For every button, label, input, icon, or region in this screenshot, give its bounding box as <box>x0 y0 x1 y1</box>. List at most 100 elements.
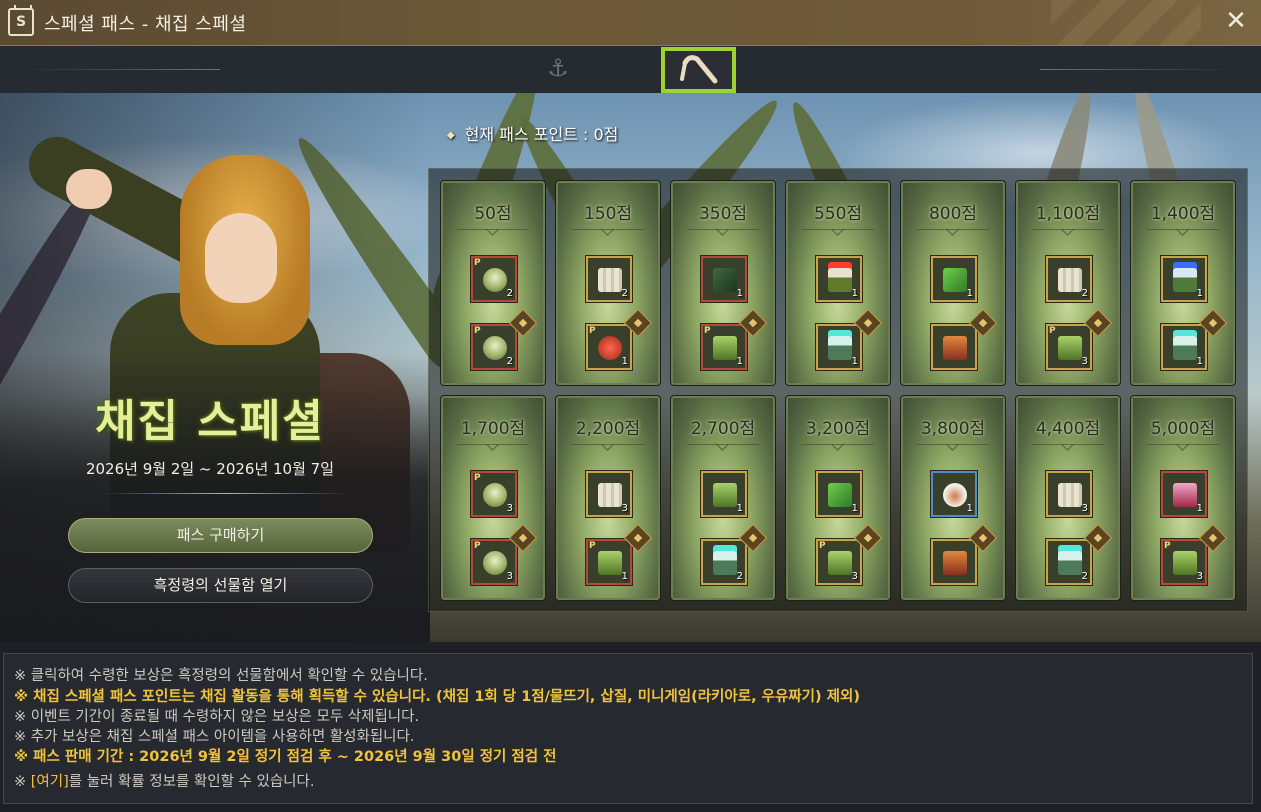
premium-mark-icon: P <box>589 326 596 336</box>
reward-item-premium[interactable]: 1 <box>1161 324 1207 370</box>
reward-item-premium[interactable]: 2 <box>1046 539 1092 585</box>
reward-points: 5,000점 <box>1150 419 1216 439</box>
reward-card[interactable]: 1,100점 2 P 3 <box>1015 180 1121 386</box>
reward-item-basic[interactable]: 1 <box>701 471 747 517</box>
note-line: ※ 이벤트 기간이 종료될 때 수령하지 않은 보상은 모두 삭제됩니다. <box>14 709 420 725</box>
reward-item-basic[interactable]: P3 <box>471 471 517 517</box>
reward-item-basic[interactable]: 1 <box>931 471 977 517</box>
chest-o-icon <box>943 551 967 575</box>
title-bar-pattern <box>1051 0 1201 46</box>
reward-card[interactable]: 3,200점 1 P 3 <box>785 395 891 601</box>
reward-item-premium[interactable]: P2 <box>471 324 517 370</box>
reward-item-premium[interactable]: 2 <box>701 539 747 585</box>
reward-item-premium[interactable]: P3 <box>1046 324 1092 370</box>
bowl-icon <box>483 336 507 360</box>
note-line: ※ 채집 스페셜 패스 포인트는 채집 활동을 통해 획득할 수 있습니다. (… <box>14 689 860 705</box>
reward-card[interactable]: 5,000점 1 P 3 <box>1130 395 1236 601</box>
reward-card[interactable]: 150점 2 P 1 <box>555 180 661 386</box>
note-line: ※ 패스 판매 기간 : 2026년 9월 2일 정기 점검 후 ~ 2026년… <box>14 749 557 765</box>
map-icon <box>1058 483 1082 507</box>
note-line: ※ 클릭하여 수령한 보상은 흑정령의 선물함에서 확인할 수 있습니다. <box>14 668 428 684</box>
card-divider <box>572 229 644 230</box>
reward-item-premium[interactable] <box>931 324 977 370</box>
reward-item-basic[interactable]: 2 <box>586 256 632 302</box>
close-icon[interactable]: ✕ <box>1223 8 1249 35</box>
title-bar: S 스페셜 패스 - 채집 스페셜 ✕ <box>0 0 1261 46</box>
reward-item-basic[interactable]: 1 <box>1161 256 1207 302</box>
card-divider <box>687 229 759 230</box>
reward-card[interactable]: 550점 1 1 <box>785 180 891 386</box>
reward-item-basic[interactable]: 1 <box>816 256 862 302</box>
map-icon <box>598 268 622 292</box>
probability-note: ※ [여기]를 눌러 확률 정보를 확인할 수 있습니다. <box>14 770 314 791</box>
item-count: 3 <box>851 571 858 582</box>
event-title: 채집 스페셜 <box>95 396 325 447</box>
premium-mark-icon: P <box>474 473 481 483</box>
open-gift-box-button[interactable]: 흑정령의 선물함 열기 <box>68 568 373 603</box>
map-icon <box>1058 268 1082 292</box>
reward-item-basic[interactable]: 3 <box>586 471 632 517</box>
reward-item-basic[interactable]: 1 <box>1161 471 1207 517</box>
item-count: 2 <box>506 288 513 299</box>
chest-g-icon <box>713 336 737 360</box>
card-divider <box>572 444 644 445</box>
card-divider <box>1147 229 1219 230</box>
reward-item-premium[interactable] <box>931 539 977 585</box>
reward-item-basic[interactable]: 3 <box>1046 471 1092 517</box>
reward-item-basic[interactable]: 1 <box>931 256 977 302</box>
reward-card[interactable]: 350점 1 P 1 <box>670 180 776 386</box>
buy-pass-button[interactable]: 패스 구매하기 <box>68 518 373 553</box>
reward-item-basic[interactable]: 2 <box>1046 256 1092 302</box>
reward-item-basic[interactable]: 1 <box>816 471 862 517</box>
reward-card[interactable]: 1,700점 P 3 P 3 <box>440 395 546 601</box>
reward-card[interactable]: 50점 P 2 P 2 <box>440 180 546 386</box>
reward-item-premium[interactable]: P1 <box>701 324 747 370</box>
reward-card[interactable]: 2,200점 3 P 1 <box>555 395 661 601</box>
reward-card[interactable]: 4,400점 3 2 <box>1015 395 1121 601</box>
card-divider <box>917 229 989 230</box>
reward-points: 350점 <box>698 204 748 224</box>
reward-points: 800점 <box>928 204 978 224</box>
probability-info-link[interactable]: [여기] <box>31 774 69 790</box>
chest-r-icon <box>828 268 852 292</box>
reward-item-premium[interactable]: P1 <box>586 324 632 370</box>
reward-item-premium[interactable]: P3 <box>471 539 517 585</box>
chest-g-icon <box>1058 336 1082 360</box>
tab-bar <box>0 46 1261 93</box>
probability-note-prefix: ※ <box>14 774 31 790</box>
chest-g-icon <box>1173 551 1197 575</box>
reward-card[interactable]: 3,800점 1 <box>900 395 1006 601</box>
reward-item-premium[interactable]: P3 <box>1161 539 1207 585</box>
pickaxe-glyph <box>680 55 718 84</box>
premium-mark-icon: P <box>819 541 826 551</box>
chest-b-icon <box>1173 268 1197 292</box>
reward-item-basic[interactable]: 1 <box>701 256 747 302</box>
item-count: 1 <box>966 503 973 514</box>
item-count: 1 <box>1196 503 1203 514</box>
bowl-icon <box>483 483 507 507</box>
card-divider <box>1032 444 1104 445</box>
premium-mark-icon: P <box>1164 541 1171 551</box>
reward-item-premium[interactable]: 1 <box>816 324 862 370</box>
reward-item-basic[interactable]: P2 <box>471 256 517 302</box>
scroll-icon <box>943 268 967 292</box>
reward-card[interactable]: 2,700점 1 2 <box>670 395 776 601</box>
chest-o-icon <box>943 336 967 360</box>
reward-card[interactable]: 1,400점 1 1 <box>1130 180 1236 386</box>
chest-c-icon <box>1058 551 1082 575</box>
anchor-icon[interactable]: ⚓ <box>543 53 573 83</box>
item-count: 1 <box>736 288 743 299</box>
reward-item-premium[interactable]: P3 <box>816 539 862 585</box>
card-divider <box>1147 444 1219 445</box>
item-count: 2 <box>506 356 513 367</box>
tab-bar-divider-left <box>20 69 220 70</box>
item-count: 3 <box>506 571 513 582</box>
card-divider <box>802 229 874 230</box>
reward-item-premium[interactable]: P1 <box>586 539 632 585</box>
reward-card[interactable]: 800점 1 <box>900 180 1006 386</box>
pickaxe-icon[interactable] <box>661 47 736 93</box>
chest-c-icon <box>1173 336 1197 360</box>
item-count: 2 <box>1081 288 1088 299</box>
chest-p-icon <box>1173 483 1197 507</box>
reward-points: 550점 <box>813 204 863 224</box>
